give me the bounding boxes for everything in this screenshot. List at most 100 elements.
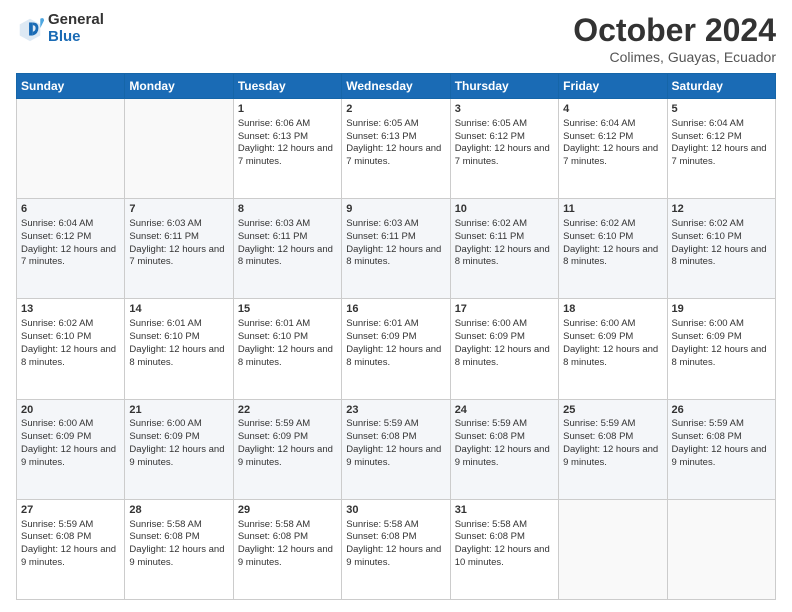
calendar-day-cell: 3Sunrise: 6:05 AMSunset: 6:12 PMDaylight… (450, 99, 558, 199)
month-title: October 2024 (573, 12, 776, 49)
calendar-week-row: 6Sunrise: 6:04 AMSunset: 6:12 PMDaylight… (17, 199, 776, 299)
calendar-day-cell: 22Sunrise: 5:59 AMSunset: 6:09 PMDayligh… (233, 399, 341, 499)
sunset-text: Sunset: 6:11 PM (238, 231, 337, 244)
sunrise-text: Sunrise: 6:02 AM (455, 218, 554, 231)
daylight-text: Daylight: 12 hours and 8 minutes. (563, 344, 662, 370)
calendar-day-header: Wednesday (342, 74, 450, 99)
calendar-day-header: Saturday (667, 74, 775, 99)
sunrise-text: Sunrise: 5:59 AM (346, 418, 445, 431)
sunset-text: Sunset: 6:08 PM (346, 431, 445, 444)
daylight-text: Daylight: 12 hours and 8 minutes. (563, 244, 662, 270)
sunset-text: Sunset: 6:09 PM (129, 431, 228, 444)
daylight-text: Daylight: 12 hours and 8 minutes. (238, 344, 337, 370)
daylight-text: Daylight: 12 hours and 9 minutes. (238, 544, 337, 570)
calendar-day-cell: 9Sunrise: 6:03 AMSunset: 6:11 PMDaylight… (342, 199, 450, 299)
sunrise-text: Sunrise: 5:58 AM (455, 519, 554, 532)
day-number: 28 (129, 503, 228, 518)
sunset-text: Sunset: 6:08 PM (672, 431, 771, 444)
calendar-day-cell: 1Sunrise: 6:06 AMSunset: 6:13 PMDaylight… (233, 99, 341, 199)
sunset-text: Sunset: 6:11 PM (346, 231, 445, 244)
calendar-day-cell: 12Sunrise: 6:02 AMSunset: 6:10 PMDayligh… (667, 199, 775, 299)
calendar-day-header: Tuesday (233, 74, 341, 99)
day-number: 12 (672, 202, 771, 217)
calendar-day-cell: 21Sunrise: 6:00 AMSunset: 6:09 PMDayligh… (125, 399, 233, 499)
sunrise-text: Sunrise: 5:59 AM (21, 519, 120, 532)
calendar-day-cell: 5Sunrise: 6:04 AMSunset: 6:12 PMDaylight… (667, 99, 775, 199)
sunset-text: Sunset: 6:10 PM (563, 231, 662, 244)
daylight-text: Daylight: 12 hours and 9 minutes. (672, 444, 771, 470)
daylight-text: Daylight: 12 hours and 7 minutes. (21, 244, 120, 270)
daylight-text: Daylight: 12 hours and 8 minutes. (346, 344, 445, 370)
daylight-text: Daylight: 12 hours and 8 minutes. (238, 244, 337, 270)
sunrise-text: Sunrise: 5:58 AM (346, 519, 445, 532)
calendar-day-cell (667, 499, 775, 599)
sunrise-text: Sunrise: 6:03 AM (238, 218, 337, 231)
subtitle: Colimes, Guayas, Ecuador (573, 49, 776, 65)
sunrise-text: Sunrise: 5:58 AM (238, 519, 337, 532)
sunset-text: Sunset: 6:09 PM (672, 331, 771, 344)
day-number: 5 (672, 102, 771, 117)
day-number: 1 (238, 102, 337, 117)
day-number: 22 (238, 403, 337, 418)
calendar-day-cell: 13Sunrise: 6:02 AMSunset: 6:10 PMDayligh… (17, 299, 125, 399)
calendar-day-cell: 20Sunrise: 6:00 AMSunset: 6:09 PMDayligh… (17, 399, 125, 499)
sunrise-text: Sunrise: 6:00 AM (455, 318, 554, 331)
calendar-day-header: Monday (125, 74, 233, 99)
calendar-day-cell: 30Sunrise: 5:58 AMSunset: 6:08 PMDayligh… (342, 499, 450, 599)
sunset-text: Sunset: 6:08 PM (238, 531, 337, 544)
calendar-day-cell (125, 99, 233, 199)
daylight-text: Daylight: 12 hours and 7 minutes. (346, 143, 445, 169)
calendar-day-header: Sunday (17, 74, 125, 99)
logo-blue: Blue (48, 29, 104, 46)
sunrise-text: Sunrise: 5:59 AM (455, 418, 554, 431)
sunrise-text: Sunrise: 6:04 AM (672, 118, 771, 131)
sunrise-text: Sunrise: 5:58 AM (129, 519, 228, 532)
daylight-text: Daylight: 12 hours and 8 minutes. (346, 244, 445, 270)
calendar-day-cell: 16Sunrise: 6:01 AMSunset: 6:09 PMDayligh… (342, 299, 450, 399)
day-number: 27 (21, 503, 120, 518)
sunset-text: Sunset: 6:11 PM (129, 231, 228, 244)
calendar-day-cell: 8Sunrise: 6:03 AMSunset: 6:11 PMDaylight… (233, 199, 341, 299)
daylight-text: Daylight: 12 hours and 9 minutes. (129, 544, 228, 570)
sunrise-text: Sunrise: 6:00 AM (21, 418, 120, 431)
day-number: 2 (346, 102, 445, 117)
sunset-text: Sunset: 6:08 PM (455, 531, 554, 544)
daylight-text: Daylight: 12 hours and 9 minutes. (346, 444, 445, 470)
sunset-text: Sunset: 6:09 PM (21, 431, 120, 444)
daylight-text: Daylight: 12 hours and 7 minutes. (129, 244, 228, 270)
sunset-text: Sunset: 6:10 PM (672, 231, 771, 244)
day-number: 3 (455, 102, 554, 117)
day-number: 20 (21, 403, 120, 418)
calendar-day-cell: 11Sunrise: 6:02 AMSunset: 6:10 PMDayligh… (559, 199, 667, 299)
calendar-week-row: 20Sunrise: 6:00 AMSunset: 6:09 PMDayligh… (17, 399, 776, 499)
calendar-day-cell: 29Sunrise: 5:58 AMSunset: 6:08 PMDayligh… (233, 499, 341, 599)
sunrise-text: Sunrise: 6:01 AM (129, 318, 228, 331)
sunrise-text: Sunrise: 6:04 AM (563, 118, 662, 131)
sunset-text: Sunset: 6:10 PM (21, 331, 120, 344)
calendar-day-cell: 25Sunrise: 5:59 AMSunset: 6:08 PMDayligh… (559, 399, 667, 499)
day-number: 15 (238, 302, 337, 317)
day-number: 18 (563, 302, 662, 317)
sunrise-text: Sunrise: 5:59 AM (672, 418, 771, 431)
day-number: 7 (129, 202, 228, 217)
sunrise-text: Sunrise: 6:00 AM (672, 318, 771, 331)
day-number: 25 (563, 403, 662, 418)
calendar-day-header: Thursday (450, 74, 558, 99)
day-number: 30 (346, 503, 445, 518)
day-number: 6 (21, 202, 120, 217)
sunset-text: Sunset: 6:08 PM (455, 431, 554, 444)
sunrise-text: Sunrise: 6:03 AM (346, 218, 445, 231)
day-number: 31 (455, 503, 554, 518)
calendar-header-row: SundayMondayTuesdayWednesdayThursdayFrid… (17, 74, 776, 99)
calendar-day-cell: 15Sunrise: 6:01 AMSunset: 6:10 PMDayligh… (233, 299, 341, 399)
calendar-week-row: 13Sunrise: 6:02 AMSunset: 6:10 PMDayligh… (17, 299, 776, 399)
sunset-text: Sunset: 6:09 PM (346, 331, 445, 344)
logo-general: General (48, 12, 104, 29)
day-number: 8 (238, 202, 337, 217)
daylight-text: Daylight: 12 hours and 8 minutes. (672, 344, 771, 370)
day-number: 29 (238, 503, 337, 518)
daylight-text: Daylight: 12 hours and 8 minutes. (129, 344, 228, 370)
day-number: 9 (346, 202, 445, 217)
daylight-text: Daylight: 12 hours and 8 minutes. (21, 344, 120, 370)
day-number: 24 (455, 403, 554, 418)
